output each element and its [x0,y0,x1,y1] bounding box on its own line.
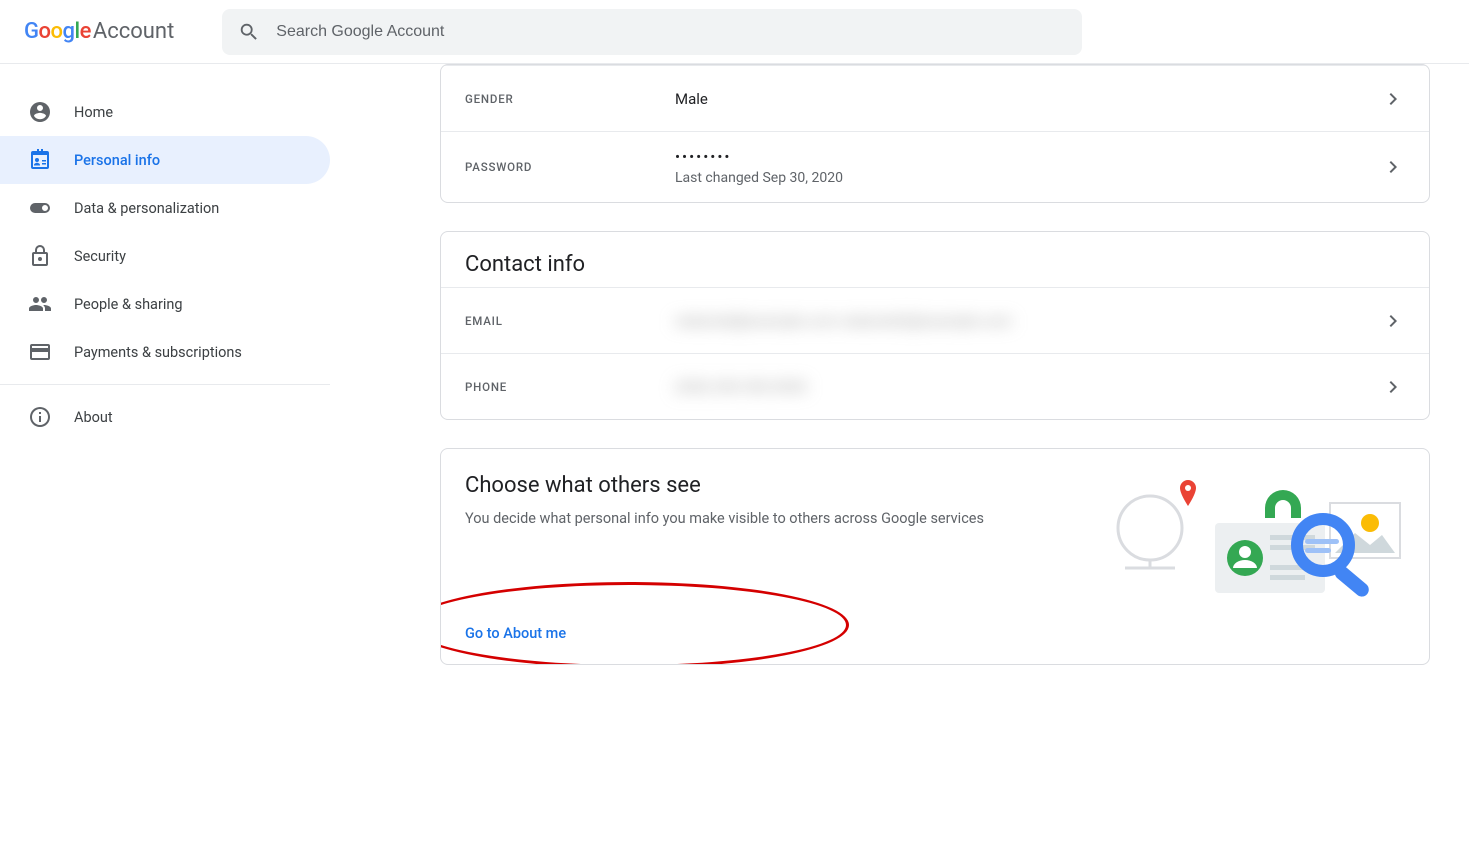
sidebar-item-label: Personal info [74,152,160,169]
search-bar[interactable] [222,9,1082,55]
lock-icon [28,244,52,268]
sidebar-item-label: Payments & subscriptions [74,344,242,361]
sidebar-item-data-personalization[interactable]: Data & personalization [0,184,330,232]
basic-info-card: GENDER Male PASSWORD •••••••• Last chang… [440,64,1430,203]
gender-row[interactable]: GENDER Male [441,65,1429,131]
sidebar-item-about[interactable]: About [0,393,330,441]
row-value: Male [675,90,1381,108]
card-description: You decide what personal info you make v… [465,508,984,530]
chevron-right-icon [1381,155,1405,179]
row-label: EMAIL [465,314,675,328]
sidebar-divider [0,384,330,385]
password-last-changed: Last changed Sep 30, 2020 [675,170,1381,186]
credit-card-icon [28,340,52,364]
sidebar-item-label: Security [74,248,126,265]
go-to-about-me-link[interactable]: Go to About me [465,625,566,642]
link-row: Go to About me [441,611,1429,664]
row-label: GENDER [465,92,675,106]
id-card-icon [28,148,52,172]
sidebar-item-label: About [74,409,113,426]
sidebar-item-label: Data & personalization [74,200,219,217]
sidebar-item-home[interactable]: Home [0,88,330,136]
row-value: redacted@example.com redacted2@example.c… [675,312,1381,330]
row-value: •••••••• Last changed Sep 30, 2020 [675,148,1381,186]
logo[interactable]: Google Account [24,19,174,44]
row-label: PASSWORD [465,160,675,174]
row-label: PHONE [465,380,675,394]
sidebar-item-security[interactable]: Security [0,232,330,280]
contact-info-card: Contact info EMAIL redacted@example.com … [440,231,1430,420]
row-value: (555) 555 555-5555 [675,378,1381,396]
main-content: GENDER Male PASSWORD •••••••• Last chang… [330,64,1469,850]
email-row[interactable]: EMAIL redacted@example.com redacted2@exa… [441,287,1429,353]
illustration [1105,473,1405,603]
people-icon [28,292,52,316]
chevron-right-icon [1381,87,1405,111]
chevron-right-icon [1381,375,1405,399]
card-title: Choose what others see [465,473,984,498]
sidebar-item-personal-info[interactable]: Personal info [0,136,330,184]
search-icon [238,21,260,43]
password-row[interactable]: PASSWORD •••••••• Last changed Sep 30, 2… [441,131,1429,202]
account-circle-icon [28,100,52,124]
chevron-right-icon [1381,309,1405,333]
phone-row[interactable]: PHONE (555) 555 555-5555 [441,353,1429,419]
password-mask: •••••••• [675,148,1381,166]
sidebar-item-label: Home [74,104,113,121]
sidebar-item-label: People & sharing [74,296,183,313]
app-header: Google Account [0,0,1469,64]
sidebar-item-people-sharing[interactable]: People & sharing [0,280,330,328]
search-input[interactable] [276,23,1066,41]
sidebar: Home Personal info Data & personalizatio… [0,64,330,850]
card-title: Contact info [441,232,1429,287]
google-logo: Google [24,19,91,44]
logo-product-label: Account [93,19,174,44]
toggle-icon [28,196,52,220]
sidebar-item-payments-subscriptions[interactable]: Payments & subscriptions [0,328,330,376]
info-icon [28,405,52,429]
choose-what-others-see-card: Choose what others see You decide what p… [440,448,1430,665]
